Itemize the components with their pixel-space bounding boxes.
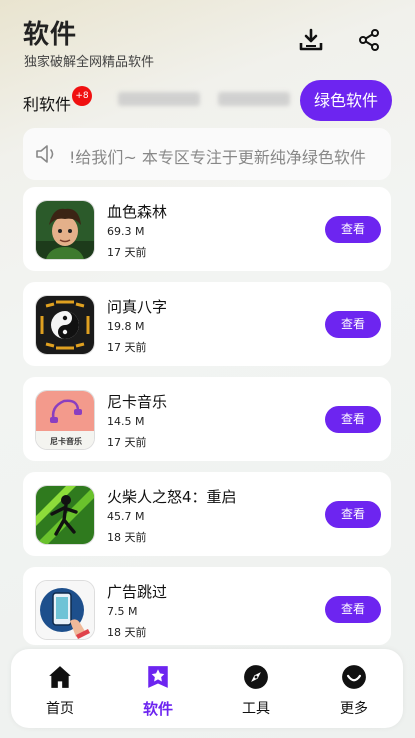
app-size: 7.5 M xyxy=(107,605,138,618)
app-time: 17 天前 xyxy=(107,341,147,354)
speaker-icon xyxy=(36,145,54,163)
list-item[interactable]: 火柴人之怒4：重启 45.7 M 18 天前 查看 xyxy=(23,472,391,556)
list-item[interactable]: 问真八字 19.8 M 17 天前 查看 xyxy=(23,282,391,366)
view-button[interactable]: 查看 xyxy=(325,596,381,623)
more-smile-icon xyxy=(342,665,366,689)
nav-label: 工具 xyxy=(242,701,270,717)
nav-label: 软件 xyxy=(142,700,173,718)
view-button[interactable]: 查看 xyxy=(325,406,381,433)
blurred-tab[interactable] xyxy=(118,92,200,106)
download-icon[interactable] xyxy=(299,28,323,52)
app-size: 69.3 M xyxy=(107,225,145,238)
app-time: 18 天前 xyxy=(107,626,147,639)
app-time: 17 天前 xyxy=(107,246,147,259)
nav-item-home[interactable]: 首页 xyxy=(11,649,109,728)
app-size: 45.7 M xyxy=(107,510,145,523)
nav-label: 首页 xyxy=(46,701,74,717)
app-icon xyxy=(35,580,95,640)
bottom-nav: 首页 软件 工具 更多 xyxy=(11,649,403,728)
list-item[interactable]: 广告跳过 7.5 M 18 天前 查看 xyxy=(23,567,391,645)
app-icon: 尼卡音乐 xyxy=(35,390,95,450)
notice-bar: !给我们~ 本专区专注于更新纯净绿色软件 xyxy=(23,128,391,180)
app-time: 18 天前 xyxy=(107,531,147,544)
software-star-icon xyxy=(148,666,168,688)
view-button[interactable]: 查看 xyxy=(325,501,381,528)
view-button[interactable]: 查看 xyxy=(325,311,381,338)
nav-item-software[interactable]: 软件 xyxy=(109,649,207,728)
app-icon xyxy=(35,295,95,355)
blurred-tab[interactable] xyxy=(218,92,290,106)
notification-badge: +8 xyxy=(72,86,92,106)
app-size: 19.8 M xyxy=(107,320,145,333)
app-icon xyxy=(35,485,95,545)
list-item[interactable]: 尼卡音乐 尼卡音乐 14.5 M 17 天前 查看 xyxy=(23,377,391,461)
view-button[interactable]: 查看 xyxy=(325,216,381,243)
app-name: 尼卡音乐 xyxy=(107,393,168,411)
app-name: 血色森林 xyxy=(107,203,168,221)
compass-icon xyxy=(244,665,268,689)
page-subtitle: 独家破解全网精品软件 xyxy=(24,55,155,70)
tab-green-software[interactable]: 绿色软件 xyxy=(300,80,392,121)
nav-item-more[interactable]: 更多 xyxy=(305,649,403,728)
nav-label: 更多 xyxy=(340,701,368,717)
tab-current[interactable]: 利软件 xyxy=(23,91,71,115)
app-time: 17 天前 xyxy=(107,436,147,449)
header: 软件 独家破解全网精品软件 xyxy=(0,0,415,80)
list-item[interactable]: 血色森林 69.3 M 17 天前 查看 xyxy=(23,187,391,271)
notice-text: !给我们~ 本专区专注于更新纯净绿色软件 xyxy=(69,148,366,167)
app-name: 广告跳过 xyxy=(107,583,168,601)
home-icon xyxy=(49,666,71,688)
share-icon[interactable] xyxy=(357,28,381,52)
app-size: 14.5 M xyxy=(107,415,145,428)
app-icon xyxy=(35,200,95,260)
page-title: 软件 xyxy=(23,20,78,50)
nav-item-tools[interactable]: 工具 xyxy=(207,649,305,728)
icon-caption: 尼卡音乐 xyxy=(50,436,82,446)
app-name: 火柴人之怒4：重启 xyxy=(107,488,237,506)
app-name: 问真八字 xyxy=(107,298,168,316)
